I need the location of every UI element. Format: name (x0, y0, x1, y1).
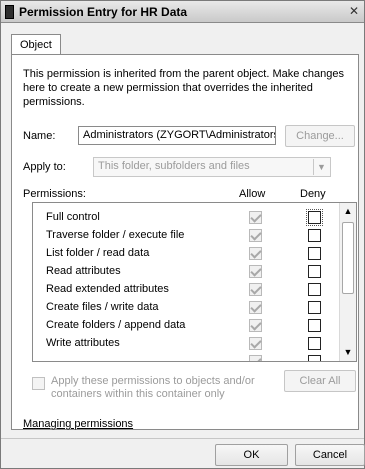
name-label: Name: (23, 130, 56, 142)
permissions-list: Full control Traverse folder / execute f… (32, 202, 357, 362)
permission-row: Create files / write data (33, 298, 338, 316)
permission-name: Traverse folder / execute file (46, 229, 185, 241)
permission-name: Read attributes (46, 265, 121, 277)
apply-to-container-label: Apply these permissions to objects and/o… (51, 375, 255, 400)
apply-to-container-checkbox[interactable] (32, 377, 45, 390)
allow-checkbox (249, 247, 262, 260)
scroll-up-icon[interactable]: ▲ (340, 203, 356, 220)
footer-divider (1, 438, 364, 439)
permissions-header: Permissions: (23, 188, 86, 200)
deny-checkbox[interactable] (308, 247, 321, 260)
allow-column-header: Allow (239, 188, 266, 200)
allow-checkbox (249, 211, 262, 224)
apply-to-label: Apply to: (23, 161, 66, 173)
deny-checkbox[interactable] (308, 301, 321, 314)
allow-checkbox (249, 337, 262, 350)
permission-row: Read extended attributes (33, 280, 338, 298)
deny-checkbox[interactable] (308, 355, 321, 361)
permission-name: List folder / read data (46, 247, 150, 259)
permission-row-partial (33, 352, 338, 361)
tab-object[interactable]: Object (11, 34, 61, 55)
permission-name: Full control (46, 211, 100, 223)
clear-all-button[interactable]: Clear All (284, 370, 356, 392)
permissions-scrollbar[interactable]: ▲ ▼ (339, 203, 356, 361)
permission-name: Write attributes (46, 337, 120, 349)
managing-permissions-link[interactable]: Managing permissions (23, 418, 133, 430)
deny-checkbox[interactable] (308, 319, 321, 332)
permission-entry-dialog: Permission Entry for HR Data ✕ Object Th… (0, 0, 365, 469)
apply-to-value: This folder, subfolders and files (98, 160, 250, 172)
allow-checkbox (249, 265, 262, 278)
allow-checkbox (249, 319, 262, 332)
change-button[interactable]: Change... (285, 125, 355, 147)
scroll-thumb[interactable] (342, 222, 354, 294)
permission-row: List folder / read data (33, 244, 338, 262)
deny-checkbox[interactable] (308, 283, 321, 296)
chevron-down-icon[interactable]: ▼ (313, 159, 329, 175)
permission-row: Read attributes (33, 262, 338, 280)
deny-checkbox[interactable] (306, 209, 323, 226)
permission-row: Create folders / append data (33, 316, 338, 334)
deny-checkbox[interactable] (308, 337, 321, 350)
window-icon (5, 5, 14, 19)
deny-checkbox[interactable] (308, 229, 321, 242)
principal-name-field: Administrators (ZYGORT\Administrators (78, 126, 276, 145)
window-title: Permission Entry for HR Data (19, 5, 188, 19)
permission-row: Full control (33, 208, 338, 226)
cancel-button[interactable]: Cancel (295, 444, 365, 466)
allow-checkbox (249, 229, 262, 242)
permission-name: Create files / write data (46, 301, 159, 313)
allow-checkbox (249, 301, 262, 314)
scroll-down-icon[interactable]: ▼ (340, 344, 356, 361)
permission-row: Traverse folder / execute file (33, 226, 338, 244)
allow-checkbox (249, 283, 262, 296)
inherited-permission-note: This permission is inherited from the pa… (23, 68, 344, 108)
permission-name: Read extended attributes (46, 283, 169, 295)
title-bar[interactable]: Permission Entry for HR Data ✕ (1, 1, 364, 23)
apply-to-select[interactable]: This folder, subfolders and files ▼ (93, 157, 331, 177)
deny-column-header: Deny (300, 188, 326, 200)
deny-checkbox[interactable] (308, 265, 321, 278)
permission-row: Write attributes (33, 334, 338, 352)
permission-name: Create folders / append data (46, 319, 186, 331)
allow-checkbox (249, 355, 262, 361)
ok-button[interactable]: OK (215, 444, 288, 466)
close-icon[interactable]: ✕ (346, 3, 362, 19)
